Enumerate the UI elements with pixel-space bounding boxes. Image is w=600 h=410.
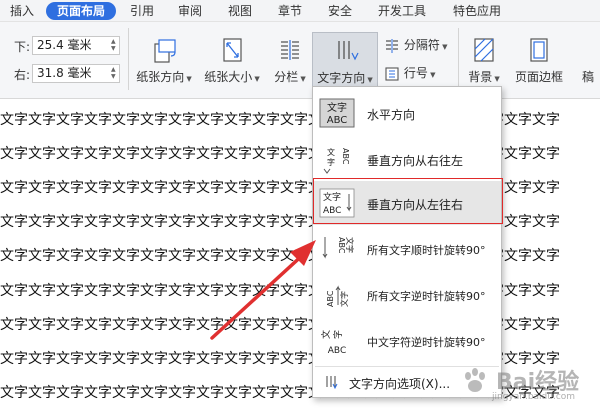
column-break-label: 分隔符 <box>403 38 440 52</box>
text-direction-label: 文字方向 <box>317 71 366 85</box>
tab-view[interactable]: 视图 <box>222 2 258 20</box>
vertical-rtl-icon: ABC 文 字 <box>323 147 350 174</box>
menu-tab-bar: 插入 页面布局 引用 审阅 视图 章节 安全 开发工具 特色应用 <box>0 0 600 22</box>
menu-item-horizontal[interactable]: 文字 ABC 水平方向 <box>313 91 501 135</box>
svg-text:文字: 文字 <box>339 291 349 307</box>
tab-security[interactable]: 安全 <box>322 2 358 20</box>
margin-bottom-field[interactable]: 25.4 毫米 ▲ ▼ <box>32 36 120 55</box>
svg-text:ABC: ABC <box>341 148 350 165</box>
tab-developer[interactable]: 开发工具 <box>372 2 432 20</box>
text-direction-button[interactable]: 文字方向 ▼ <box>312 32 378 88</box>
tab-page-layout[interactable]: 页面布局 <box>46 2 116 20</box>
tab-references[interactable]: 引用 <box>124 2 160 20</box>
svg-text:文字: 文字 <box>323 191 341 203</box>
text-direction-icon <box>338 41 359 61</box>
svg-text:ABC: ABC <box>327 115 348 126</box>
svg-text:字: 字 <box>332 330 344 339</box>
menu-item-rotate-ccw[interactable]: ABC 文字 所有文字逆时针旋转90° <box>313 273 501 317</box>
paper-size-button[interactable]: 纸张大小 ▼ <box>200 36 264 85</box>
orientation-button[interactable]: 纸张方向 ▼ <box>132 36 196 85</box>
svg-text:ABC: ABC <box>326 290 335 307</box>
margin-right-field[interactable]: 31.8 毫米 ▲ ▼ <box>32 64 120 83</box>
partial-label: 稿 <box>582 70 595 84</box>
columns-button[interactable]: 分栏 ▼ <box>268 36 312 85</box>
spinner-icon[interactable]: ▲ ▼ <box>111 66 117 80</box>
tab-review[interactable]: 审阅 <box>172 2 208 20</box>
partial-button[interactable]: 稿 <box>582 68 600 85</box>
vertical-ltr-icon: 文字 ABC <box>319 188 355 218</box>
tab-insert[interactable]: 插入 <box>4 2 40 20</box>
svg-text:字: 字 <box>327 157 335 167</box>
page-border-icon <box>530 38 548 62</box>
margin-bottom-label: 下: <box>14 40 31 54</box>
menu-item-label: 所有文字顺时针旋转90° <box>367 244 486 257</box>
svg-text:文: 文 <box>327 147 335 157</box>
page-border-label: 页面边框 <box>514 70 563 84</box>
watermark-logo: Bai经验 jingyan.baidu.com <box>456 360 596 406</box>
paw-icon <box>465 368 485 392</box>
text-direction-options-icon <box>326 376 338 390</box>
background-button[interactable]: 背景 ▼ <box>462 36 506 85</box>
svg-text:文字: 文字 <box>345 237 355 253</box>
line-number-icon <box>385 66 399 81</box>
text-direction-menu: 文字 ABC 水平方向 ABC 文 字 垂直方向从右往左 文字 ABC 垂直方向… <box>312 86 502 398</box>
columns-icon <box>281 40 299 60</box>
watermark-subtext: jingyan.baidu.com <box>492 392 576 402</box>
menu-item-label: 中文字符逆时针旋转90° <box>367 336 486 349</box>
svg-text:ABC: ABC <box>337 237 346 254</box>
menu-item-vertical-rtl[interactable]: ABC 文 字 垂直方向从右往左 <box>313 137 501 181</box>
svg-text:ABC: ABC <box>323 206 341 216</box>
separator-icon <box>386 38 398 53</box>
paper-size-label: 纸张大小 <box>204 70 253 84</box>
menu-item-vertical-ltr[interactable]: 文字 ABC 垂直方向从左往右 <box>313 181 501 225</box>
orientation-label: 纸张方向 <box>136 70 185 84</box>
orientation-icon <box>154 39 176 63</box>
menu-item-label: 文字方向选项(X)... <box>349 377 451 391</box>
ribbon-toolbar: 下: 25.4 毫米 ▲ ▼ 右: 31.8 毫米 ▲ ▼ 纸张方向 ▼ 纸张大小 … <box>0 22 600 99</box>
rotate-ccw-icon: ABC 文字 <box>326 285 349 307</box>
rotate-cw-icon: ABC 文字 <box>322 237 355 259</box>
svg-text:文: 文 <box>320 330 332 339</box>
column-break-button[interactable]: 分隔符 ▼ <box>384 36 454 58</box>
menu-item-label: 水平方向 <box>367 108 416 122</box>
background-icon <box>474 38 494 62</box>
svg-text:ABC: ABC <box>328 346 346 356</box>
menu-item-label: 所有文字逆时针旋转90° <box>367 290 486 303</box>
tab-chapter[interactable]: 章节 <box>272 2 308 20</box>
menu-item-label: 垂直方向从右往左 <box>367 154 464 168</box>
paper-size-icon <box>223 38 242 62</box>
columns-label: 分栏 <box>274 70 299 84</box>
ribbon-separator <box>128 28 129 90</box>
margin-bottom-value: 25.4 毫米 <box>37 38 92 52</box>
menu-item-label: 垂直方向从左往右 <box>367 198 464 212</box>
page-border-button[interactable]: 页面边框 <box>508 36 570 85</box>
background-label: 背景 <box>468 70 493 84</box>
svg-text:文字: 文字 <box>327 101 347 114</box>
ribbon-separator <box>458 28 459 90</box>
menu-item-rotate-cw[interactable]: ABC 文字 所有文字顺时针旋转90° <box>313 227 501 271</box>
line-number-label: 行号 <box>403 66 428 80</box>
spinner-icon[interactable]: ▲ ▼ <box>111 38 117 52</box>
line-number-button[interactable]: 行号 ▼ <box>384 64 454 86</box>
margin-right-value: 31.8 毫米 <box>37 66 92 80</box>
margin-right-label: 右: <box>14 68 31 82</box>
cjk-rotate-ccw-icon: 文 字 ABC <box>320 330 346 356</box>
tab-special[interactable]: 特色应用 <box>446 2 508 20</box>
horizontal-text-icon: 文字 ABC <box>319 98 355 128</box>
menu-item-cjk-rotate[interactable]: 文 字 ABC 中文字符逆时针旋转90° <box>313 319 501 363</box>
